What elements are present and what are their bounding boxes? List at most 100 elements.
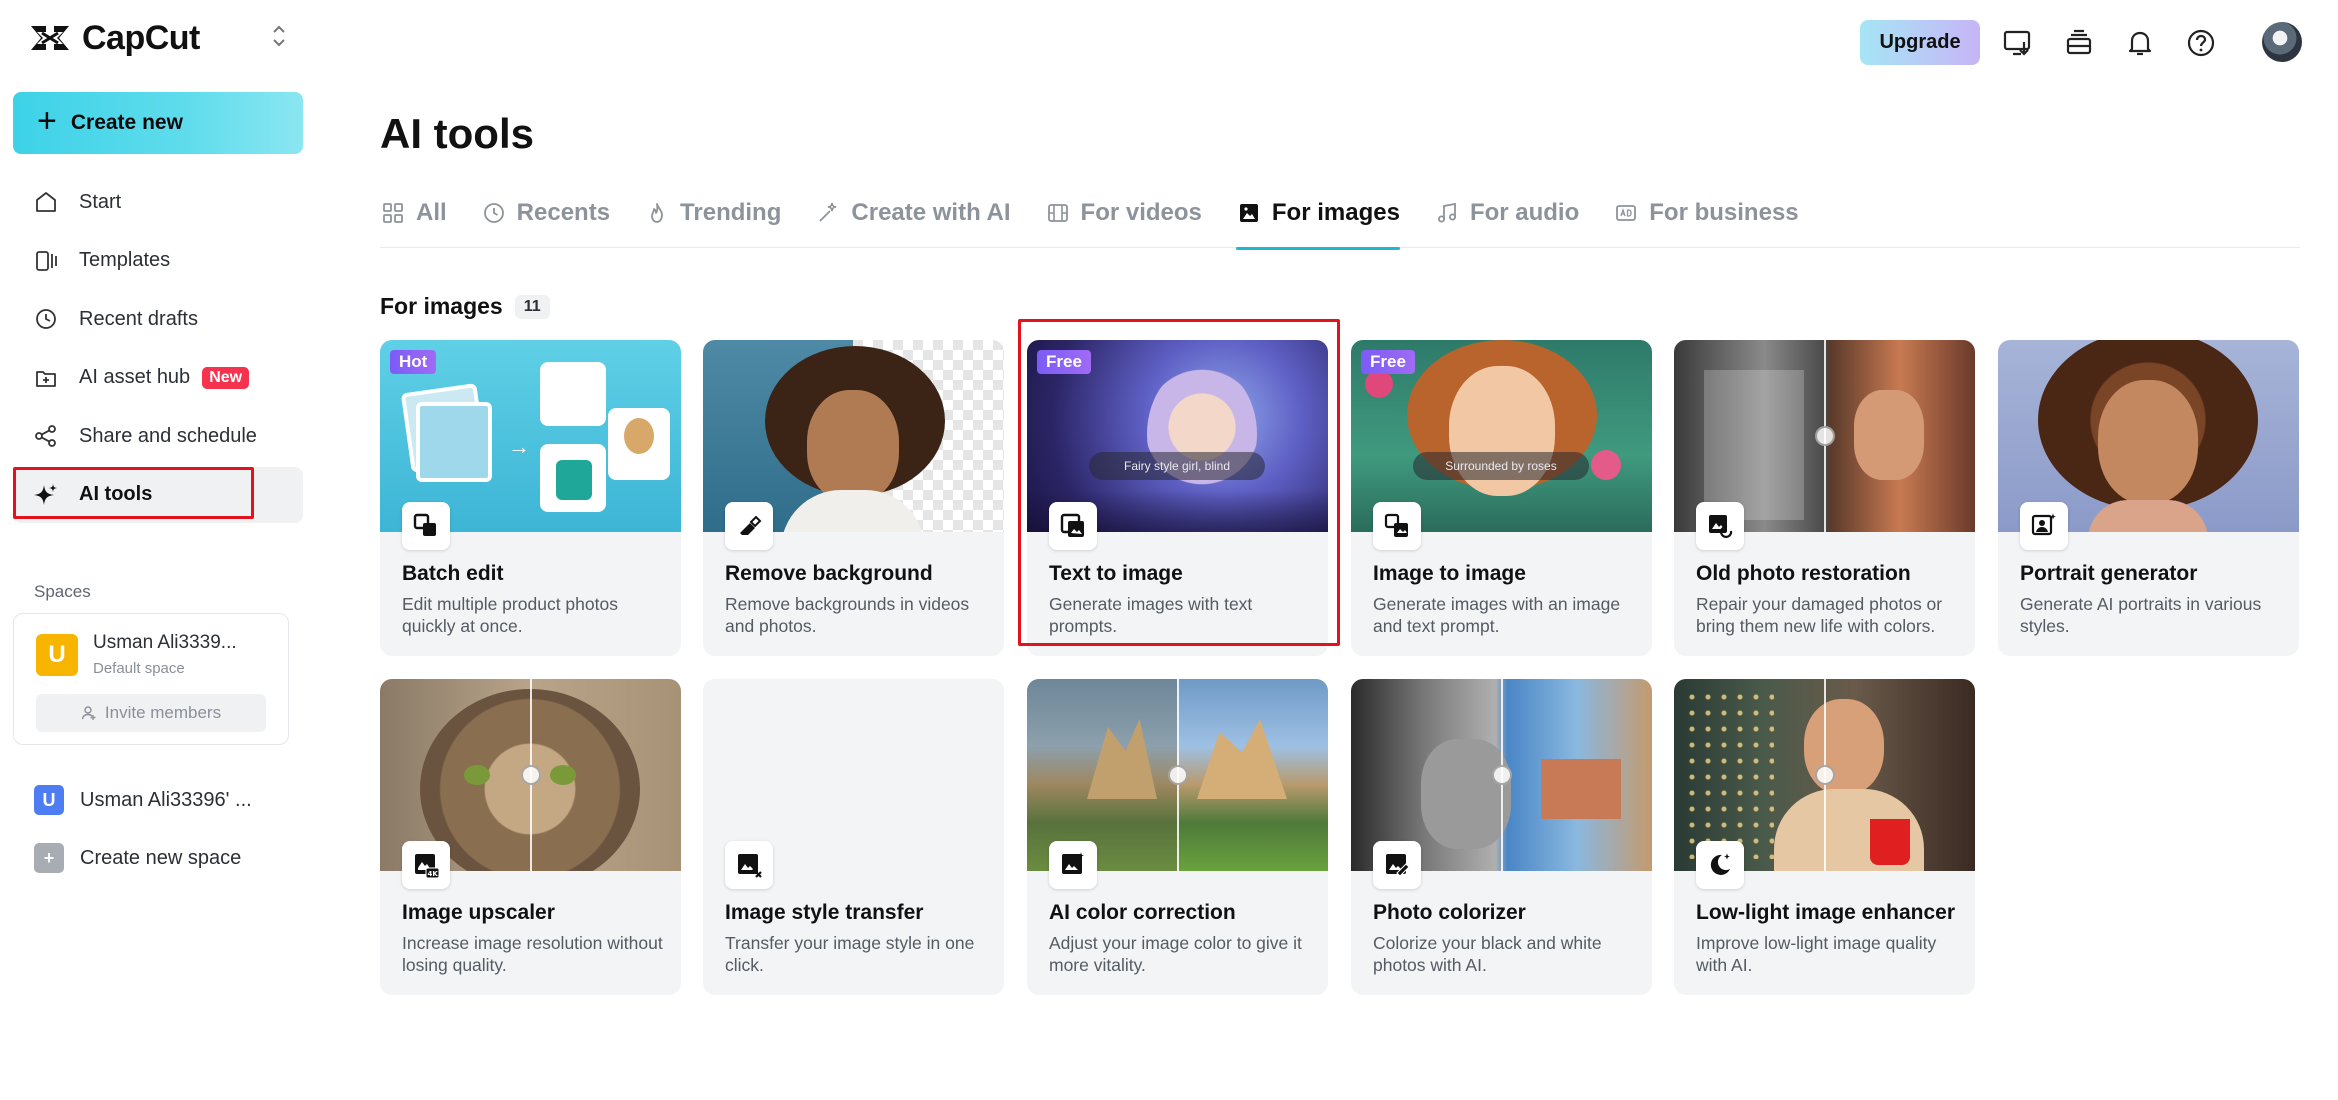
card-description: Edit multiple product photos quickly at …	[402, 593, 672, 637]
colorizer-icon	[1373, 841, 1421, 889]
sidebar-item-templates[interactable]: Templates	[13, 233, 303, 289]
sidebar-item-start[interactable]: Start	[13, 174, 303, 230]
capcut-logo-icon	[28, 20, 72, 56]
tool-card-image-to-image[interactable]: Surrounded by roses Free Image to image …	[1351, 340, 1652, 656]
space-row-usman[interactable]: U Usman Ali33396' ...	[34, 782, 252, 818]
upgrade-button[interactable]: Upgrade	[1860, 20, 1980, 65]
tool-card-remove-background[interactable]: Remove background Remove backgrounds in …	[703, 340, 1004, 656]
tool-card-portrait-generator[interactable]: Portrait generator Generate AI portraits…	[1998, 340, 2299, 656]
tab-label: All	[416, 200, 447, 226]
tool-card-batch-edit[interactable]: → Hot Batch edit Edit multiple product p…	[380, 340, 681, 656]
tab-for-images[interactable]: For images	[1236, 190, 1400, 248]
tab-label: Recents	[517, 200, 610, 226]
tab-label: For business	[1649, 200, 1798, 226]
section-title: For images	[380, 293, 503, 320]
card-title: Image upscaler	[402, 901, 555, 925]
sidebar-nav: Start Templates Recent drafts AI asset h…	[13, 174, 303, 525]
free-tag: Free	[1361, 350, 1415, 374]
tab-for-business[interactable]: For business	[1613, 190, 1798, 248]
create-new-space-button[interactable]: + Create new space	[34, 840, 241, 876]
svg-text:4K: 4K	[428, 870, 439, 878]
person-add-icon	[81, 705, 97, 721]
card-title: Image to image	[1373, 562, 1526, 586]
card-title: Remove background	[725, 562, 933, 586]
sidebar-item-share-and-schedule[interactable]: Share and schedule	[13, 408, 303, 464]
card-title: Image style transfer	[725, 901, 923, 925]
capcut-logo[interactable]: CapCut	[28, 18, 200, 58]
text-to-image-icon	[1049, 502, 1097, 550]
tab-all[interactable]: All	[380, 190, 447, 248]
card-description: Increase image resolution without losing…	[402, 932, 672, 976]
user-avatar[interactable]	[2262, 22, 2302, 62]
clock-icon	[33, 306, 59, 332]
space-name: Usman Ali3339...	[93, 632, 237, 654]
compare-handle	[1815, 765, 1835, 785]
invite-members-button[interactable]: Invite members	[36, 694, 266, 732]
tab-create-with-ai[interactable]: Create with AI	[815, 190, 1010, 248]
card-title: AI color correction	[1049, 901, 1236, 925]
color-correction-icon	[1049, 841, 1097, 889]
prompt-chip: Surrounded by roses	[1413, 452, 1589, 480]
flame-icon	[644, 200, 670, 226]
create-new-button[interactable]: + Create new	[13, 92, 303, 154]
sidebar: CapCut + Create new Start Templates Rece…	[0, 0, 316, 1100]
sidebar-item-label: AI asset hub	[79, 366, 190, 389]
tool-card-photo-colorizer[interactable]: Photo colorizer Colorize your black and …	[1351, 679, 1652, 995]
sidebar-item-recent-drafts[interactable]: Recent drafts	[13, 291, 303, 347]
help-icon[interactable]	[2184, 26, 2218, 60]
style-transfer-icon	[725, 841, 773, 889]
tool-card-image-upscaler[interactable]: 4K Image upscaler Increase image resolut…	[380, 679, 681, 995]
bell-icon[interactable]	[2123, 26, 2157, 60]
card-description: Generate images with an image and text p…	[1373, 593, 1643, 637]
section-count-badge: 11	[515, 295, 550, 319]
hot-tag: Hot	[390, 350, 436, 374]
sidebar-item-label: Start	[79, 191, 121, 214]
tool-card-low-light-image-enhancer[interactable]: Low-light image enhancer Improve low-lig…	[1674, 679, 1975, 995]
tool-card-ai-color-correction[interactable]: AI color correction Adjust your image co…	[1027, 679, 1328, 995]
free-tag: Free	[1037, 350, 1091, 374]
compare-handle	[1492, 765, 1512, 785]
card-title: Batch edit	[402, 562, 504, 586]
sidebar-item-ai-asset-hub[interactable]: AI asset hub New	[13, 350, 303, 406]
magic-wand-icon	[815, 200, 841, 226]
page-title: AI tools	[380, 110, 534, 158]
tab-trending[interactable]: Trending	[644, 190, 781, 248]
card-title: Text to image	[1049, 562, 1183, 586]
tab-for-audio[interactable]: For audio	[1434, 190, 1579, 248]
sidebar-item-ai-tools[interactable]: AI tools	[13, 467, 303, 523]
plus-icon: +	[37, 104, 57, 138]
image-to-image-icon	[1373, 502, 1421, 550]
upscale-4k-icon: 4K	[402, 841, 450, 889]
tab-label: For images	[1272, 200, 1400, 226]
download-app-icon[interactable]	[2001, 26, 2035, 60]
section-header: For images 11	[380, 293, 550, 320]
card-title: Old photo restoration	[1696, 562, 1911, 586]
tool-card-text-to-image[interactable]: Fairy style girl, blind Free Text to ima…	[1027, 340, 1328, 656]
tab-recents[interactable]: Recents	[481, 190, 610, 248]
templates-icon	[33, 248, 59, 274]
tab-for-videos[interactable]: For videos	[1045, 190, 1202, 248]
card-description: Repair your damaged photos or bring them…	[1696, 593, 1966, 637]
default-space-card[interactable]: U Usman Ali3339... Default space Invite …	[13, 613, 289, 745]
card-description: Adjust your image color to give it more …	[1049, 932, 1319, 976]
category-tabs: All Recents Trending Create with AI For …	[380, 190, 2300, 248]
tool-card-old-photo-restoration[interactable]: Old photo restoration Repair your damage…	[1674, 340, 1975, 656]
tab-label: For audio	[1470, 200, 1579, 226]
space-avatar: U	[36, 634, 78, 676]
tab-label: Create with AI	[851, 200, 1010, 226]
image-icon	[1236, 200, 1262, 226]
compare-handle	[1815, 426, 1835, 446]
spaces-heading: Spaces	[34, 582, 91, 602]
app-name: CapCut	[82, 19, 200, 58]
workspace-switch-icon[interactable]	[268, 22, 290, 52]
music-note-icon	[1434, 200, 1460, 226]
card-description: Remove backgrounds in videos and photos.	[725, 593, 995, 637]
tool-card-image-style-transfer[interactable]: Image style transfer Transfer your image…	[703, 679, 1004, 995]
card-description: Colorize your black and white photos wit…	[1373, 932, 1643, 976]
create-new-label: Create new	[71, 111, 183, 135]
layers-icon[interactable]	[2062, 26, 2096, 60]
photo-restore-icon	[1696, 502, 1744, 550]
space-avatar: U	[34, 785, 64, 815]
tab-label: For videos	[1081, 200, 1202, 226]
sidebar-item-label: Recent drafts	[79, 308, 198, 331]
